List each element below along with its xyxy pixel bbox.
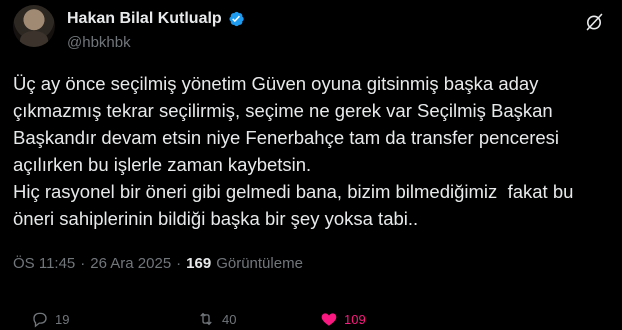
tweet-text: Üç ay önce seçilmiş yönetim Güven oyuna … xyxy=(13,70,613,232)
tweet-text-line: Hiç rasyonel bir öneri gibi gelmedi bana… xyxy=(13,181,574,202)
tweet-card[interactable]: Hakan Bilal Kutlualp @hbkhbk Üç ay önce … xyxy=(0,0,622,328)
heart-icon xyxy=(320,310,338,328)
tweet-text-line: öneri sahiplerinin bildiği başka bir şey… xyxy=(13,208,419,229)
verified-badge-icon xyxy=(227,10,245,28)
reply-icon xyxy=(31,310,49,328)
meta-separator: · xyxy=(176,255,182,272)
tweet-date[interactable]: 26 Ara 2025 xyxy=(90,255,171,272)
avatar[interactable] xyxy=(13,5,55,47)
tweet-meta: ÖS 11:45 · 26 Ara 2025 · 169 Görüntüleme xyxy=(13,255,303,272)
retweet-icon xyxy=(196,310,216,328)
author-name-row: Hakan Bilal Kutlualp xyxy=(67,10,245,28)
retweet-count: 40 xyxy=(222,311,237,327)
grok-icon[interactable] xyxy=(584,12,604,37)
meta-separator: · xyxy=(80,255,86,272)
tweet-time[interactable]: ÖS 11:45 xyxy=(13,255,75,272)
tweet-text-line: Üç ay önce seçilmiş yönetim Güven oyuna … xyxy=(13,73,539,94)
retweet-button[interactable]: 40 xyxy=(196,310,236,328)
author-name[interactable]: Hakan Bilal Kutlualp xyxy=(67,10,222,28)
views-label: Görüntüleme xyxy=(216,255,303,272)
reply-button[interactable]: 19 xyxy=(31,310,69,328)
author-handle[interactable]: @hbkhbk xyxy=(67,34,131,51)
like-button[interactable]: 109 xyxy=(320,310,366,328)
tweet-text-line: açılırken bu işlerle zaman kaybetsin. xyxy=(13,154,312,175)
tweet-text-line: çıkmazmış tekrar seçilirmiş, seçime ne g… xyxy=(13,100,553,121)
action-bar: 19 40 109 xyxy=(13,310,613,330)
reply-count: 19 xyxy=(55,311,70,327)
tweet-text-line: Başkandır devam etsin niye Fenerbahçe ta… xyxy=(13,127,560,148)
views-count: 169 xyxy=(186,255,212,272)
like-count: 109 xyxy=(344,311,366,327)
